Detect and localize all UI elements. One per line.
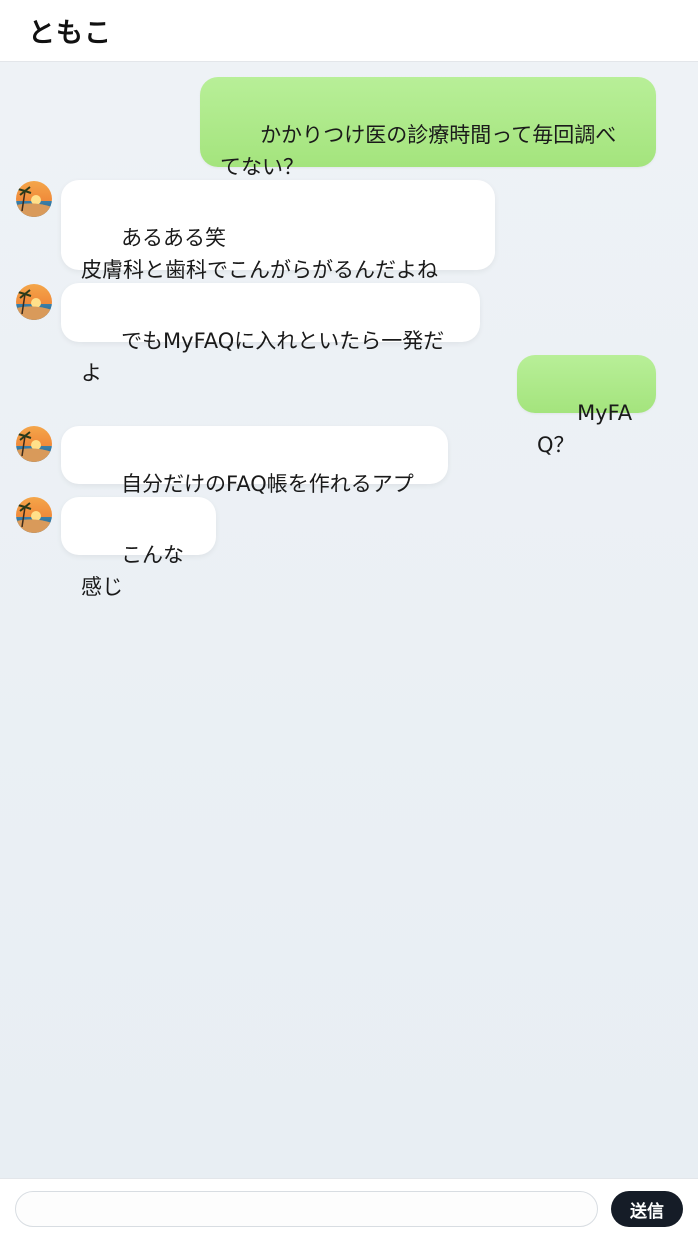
message-text: かかりつけ医の診療時間って毎回調べてない？ [220,123,617,179]
my-message-bubble: かかりつけ医の診療時間って毎回調べてない？ [200,77,656,179]
chat-header: ともこ [0,0,698,62]
contact-avatar-icon[interactable] [16,284,52,320]
contact-message-bubble: でもMyFAQに入れといたら一発だよ [61,283,480,385]
message-input[interactable] [15,1191,598,1227]
contact-message-bubble: あるある笑 皮膚科と歯科でこんがらがるんだよね [61,180,495,282]
chat-app: ともこ かかりつけ医の診療時間って毎回調べてない？ あるある笑 皮膚科と歯科でこ… [0,0,698,1240]
contact-message-bubble: こんな感じ [61,497,216,599]
contact-avatar-icon[interactable] [16,497,52,533]
contact-avatar-icon[interactable] [16,426,52,462]
contact-avatar-icon[interactable] [16,181,52,217]
message-text: MyFAQ？ [537,401,633,457]
send-button[interactable]: 送信 [611,1191,683,1227]
contact-name: ともこ [28,18,112,49]
message-composer: 送信 [0,1178,698,1240]
my-message-bubble: MyFAQ？ [517,355,656,457]
message-text: でもMyFAQに入れといたら一発だよ [81,329,445,385]
message-text: あるある笑 皮膚科と歯科でこんがらがるんだよね [81,226,438,282]
message-list[interactable]: かかりつけ医の診療時間って毎回調べてない？ あるある笑 皮膚科と歯科でこんがらが… [0,62,698,1178]
contact-message-bubble: 自分だけのFAQ帳を作れるアプリ [61,426,448,528]
message-text: こんな感じ [81,543,185,599]
